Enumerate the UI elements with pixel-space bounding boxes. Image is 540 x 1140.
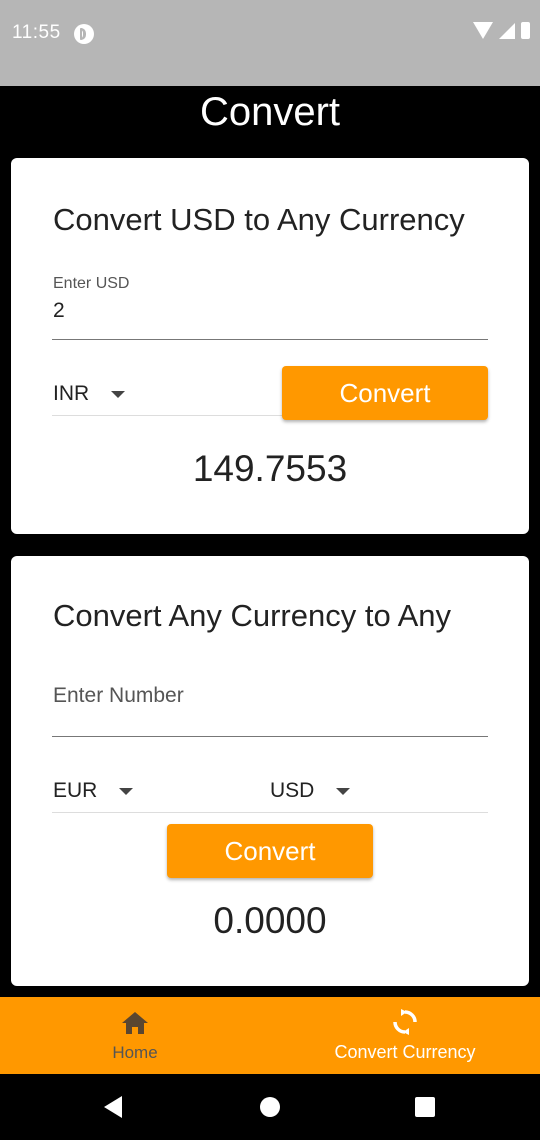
dropdown-underline	[52, 415, 282, 416]
any-result-value: 0.0000	[213, 900, 327, 941]
to-currency-value: USD	[270, 779, 315, 802]
page-title: Convert	[199, 90, 341, 134]
target-currency-dropdown[interactable]: INR	[53, 382, 126, 406]
usd-card-heading: Convert USD to Any Currency	[53, 202, 465, 237]
nav-item-home[interactable]: Home	[0, 997, 270, 1074]
recent-apps-icon[interactable]	[415, 1097, 435, 1117]
notification-app-icon	[74, 24, 94, 44]
status-time: 11:55	[12, 22, 61, 43]
amount-input[interactable]: Enter Number	[53, 684, 184, 708]
chevron-down-icon	[336, 787, 351, 795]
chevron-down-icon	[111, 390, 126, 398]
bottom-navigation: Home Convert Currency	[0, 997, 540, 1074]
nav-home-label: Home	[112, 1043, 158, 1062]
chevron-down-icon	[119, 787, 134, 795]
home-icon	[122, 1012, 148, 1034]
any-card-heading: Convert Any Currency to Any	[53, 598, 452, 633]
status-bar: 11:55	[0, 0, 540, 86]
usd-result-value: 149.7553	[192, 448, 348, 489]
sync-icon	[393, 1009, 417, 1035]
system-navigation-bar	[0, 1074, 540, 1140]
usd-input[interactable]: 2	[53, 299, 65, 323]
nav-convert-label: Convert Currency	[334, 1042, 476, 1062]
to-currency-dropdown[interactable]: USD	[270, 779, 351, 803]
usd-input-label: Enter USD	[53, 275, 130, 292]
home-button-icon[interactable]	[260, 1097, 280, 1117]
battery-icon	[521, 22, 530, 39]
from-currency-dropdown[interactable]: EUR	[53, 779, 134, 803]
usd-convert-button[interactable]: Convert	[282, 366, 488, 420]
usd-input-underline	[52, 339, 488, 340]
amount-input-underline	[52, 736, 488, 737]
target-currency-value: INR	[53, 382, 90, 405]
any-convert-button[interactable]: Convert	[167, 824, 373, 878]
back-icon[interactable]	[104, 1096, 122, 1118]
cell-signal-icon	[499, 22, 515, 39]
from-currency-value: EUR	[53, 779, 98, 802]
any-converter-card: Convert Any Currency to Any Enter Number…	[11, 556, 529, 986]
usd-converter-card: Convert USD to Any Currency Enter USD 2 …	[11, 158, 529, 534]
dropdown-underline	[52, 812, 488, 813]
status-icons	[473, 22, 530, 39]
wifi-icon	[473, 22, 493, 39]
